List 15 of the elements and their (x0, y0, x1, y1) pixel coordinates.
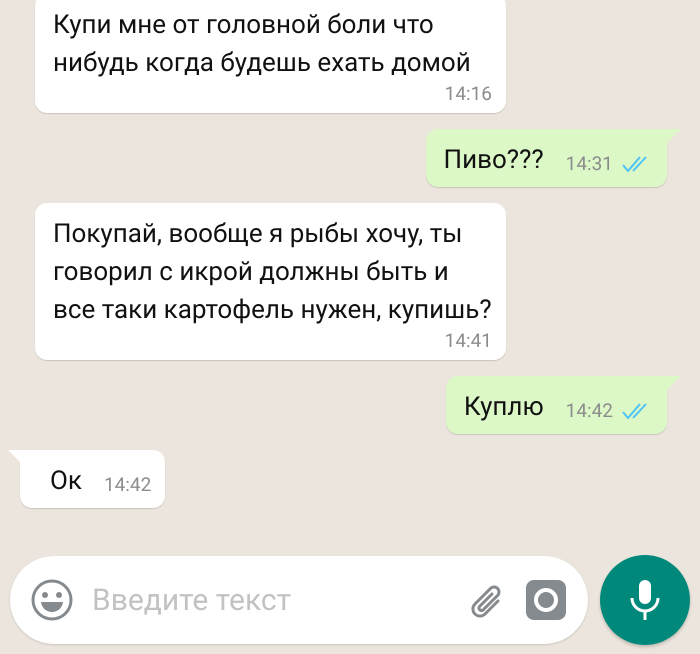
message-field[interactable]: Введите текст (10, 556, 588, 644)
message-text: Купи мне от головной боли что нибудь когда будешь ехать домой (53, 9, 472, 80)
message-text: Пиво??? (444, 144, 544, 177)
message-time: 14:31 (566, 152, 613, 175)
smiley-icon[interactable] (30, 578, 74, 622)
camera-icon[interactable] (526, 580, 566, 620)
microphone-icon (628, 578, 662, 622)
message-text: Ок (50, 465, 82, 498)
message-time: 14:41 (444, 329, 492, 352)
message-time: 14:16 (444, 82, 492, 105)
message-text: Куплю (464, 391, 544, 424)
message-text: Покупай, вообще я рыбы хочу, ты говорил с икрой должны быть и все таки картофель нужен, купишь? (53, 218, 492, 327)
message-input[interactable]: Введите текст (90, 582, 452, 618)
message-time: 14:42 (104, 473, 152, 496)
message-time: 14:42 (566, 399, 613, 422)
